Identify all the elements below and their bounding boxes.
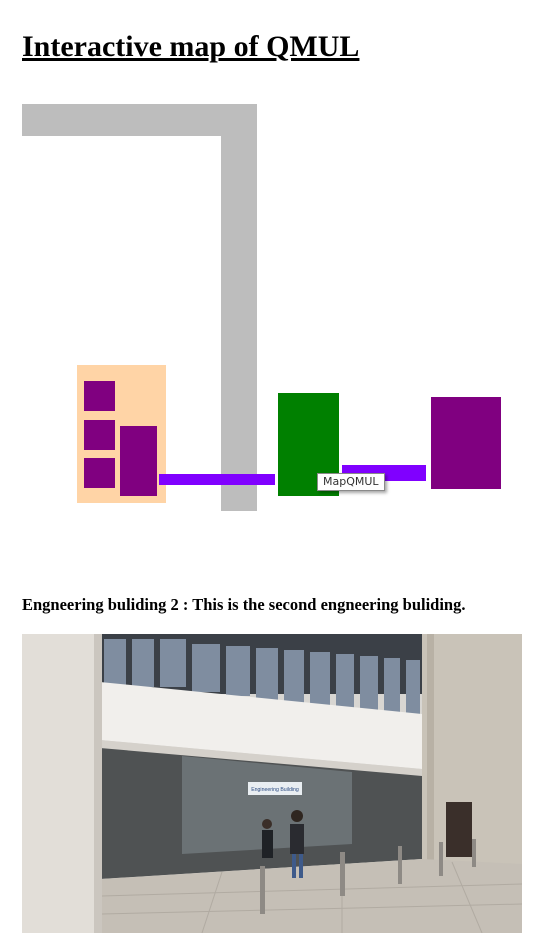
- building-1-room-3[interactable]: [84, 458, 115, 488]
- road-vertical: [221, 104, 257, 511]
- building-1-room-4[interactable]: [120, 426, 157, 496]
- engineering-building-photo: Engineering Building: [22, 634, 522, 933]
- campus-map: MapQMUL: [0, 0, 552, 560]
- map-tooltip: MapQMUL: [317, 473, 385, 491]
- building-1-room-2[interactable]: [84, 420, 115, 450]
- walkway-1[interactable]: [159, 474, 275, 485]
- building-3[interactable]: [431, 397, 501, 489]
- building-description: Engneering buliding 2 : This is the seco…: [22, 595, 466, 614]
- entrance-sign: Engineering Building: [251, 787, 299, 793]
- building-1-room-1[interactable]: [84, 381, 115, 411]
